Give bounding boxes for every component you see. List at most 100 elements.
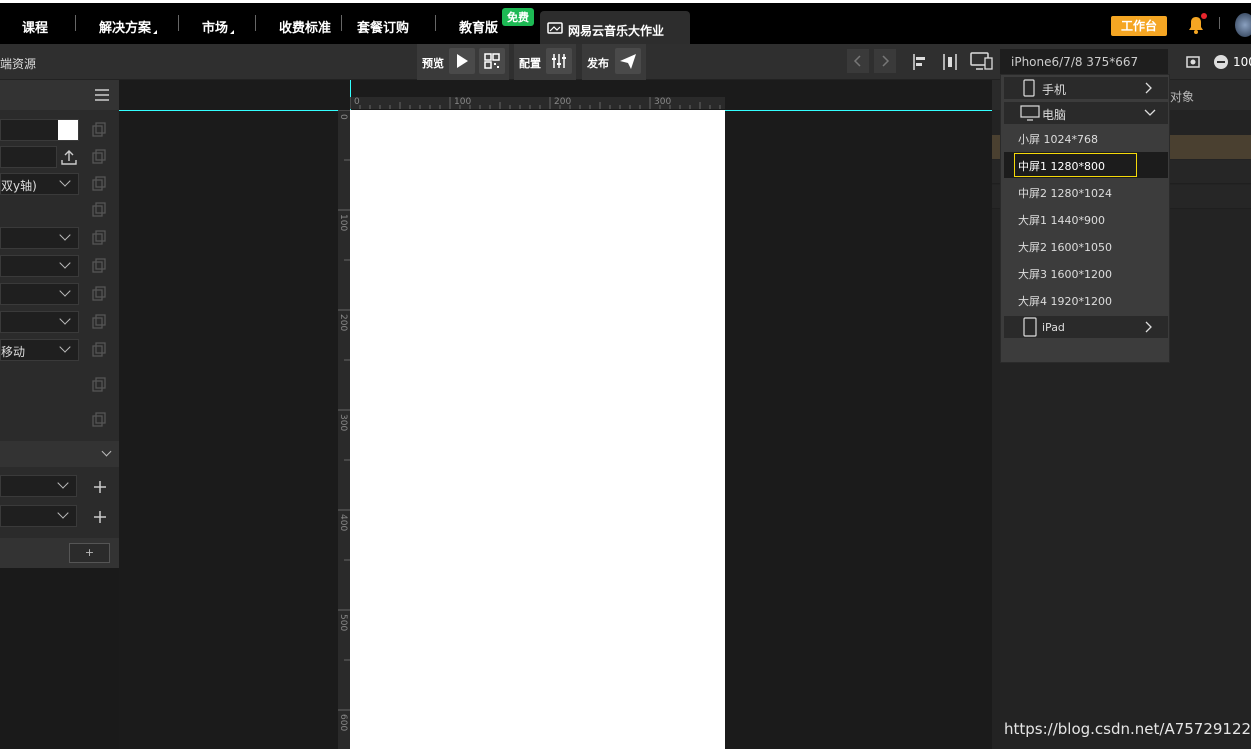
copy-icon[interactable] xyxy=(91,230,107,246)
copy-icon[interactable] xyxy=(91,122,107,138)
qrcode-button[interactable] xyxy=(479,48,505,74)
ruler-label: 300 xyxy=(338,414,348,432)
divider xyxy=(435,15,436,31)
image-field[interactable] xyxy=(0,146,57,168)
axis-select[interactable]: 双y轴) xyxy=(0,173,79,195)
dropdown-option[interactable]: 大屏3 1600*1200 xyxy=(1018,266,1112,282)
select-2[interactable] xyxy=(0,255,79,277)
artboard[interactable] xyxy=(350,110,725,749)
chevron-down-icon xyxy=(59,341,71,353)
scroll-select-value: 移动 xyxy=(1,345,26,359)
dropdown-category-ipad-label: iPad xyxy=(1042,321,1065,334)
copy-icon[interactable] xyxy=(91,412,107,428)
copy-icon[interactable] xyxy=(91,342,107,358)
chevron-down-icon xyxy=(57,507,69,519)
distribute-icon[interactable] xyxy=(940,52,960,72)
copy-icon[interactable] xyxy=(91,286,107,302)
copy-icon[interactable] xyxy=(91,258,107,274)
screenshot-icon[interactable] xyxy=(1184,53,1202,71)
menu-icon[interactable] xyxy=(94,88,110,102)
section-header[interactable] xyxy=(0,441,119,467)
device-select[interactable]: iPhone6/7/8 375*667 xyxy=(1000,49,1168,75)
tab-project[interactable]: 网易云音乐大作业 xyxy=(540,11,690,47)
nav-market[interactable]: 市场 xyxy=(202,17,235,36)
dropdown-option-selected[interactable]: 中屏1 1280*800 xyxy=(1004,152,1168,178)
back-button[interactable] xyxy=(847,49,869,73)
resources-label[interactable]: 端资源 xyxy=(0,55,36,72)
ruler-label: 100 xyxy=(338,214,348,232)
dropdown-option[interactable]: 中屏2 1280*1024 xyxy=(1018,185,1112,201)
dropdown-category-phone[interactable]: 手机 xyxy=(1004,77,1168,99)
send-icon xyxy=(620,54,636,69)
caret-icon xyxy=(230,30,235,34)
device-dropdown: 手机 电脑 小屏 1024*768 中屏1 1280*800 中屏2 1280*… xyxy=(1000,74,1170,363)
copy-icon[interactable] xyxy=(91,314,107,330)
device-icon[interactable] xyxy=(969,51,995,73)
chevron-left-icon xyxy=(853,55,861,67)
dropdown-category-desktop[interactable]: 电脑 xyxy=(1004,102,1168,124)
publish-button[interactable] xyxy=(615,48,641,74)
copy-icon[interactable] xyxy=(91,149,107,165)
dropdown-option[interactable]: 大屏1 1440*900 xyxy=(1018,212,1105,228)
ruler-label: 0 xyxy=(354,97,360,107)
chevron-right-icon xyxy=(1145,321,1152,333)
watermark: https://blog.csdn.net/A757291228 xyxy=(1004,720,1251,738)
avatar[interactable] xyxy=(1235,13,1251,37)
config-button[interactable] xyxy=(546,48,572,74)
copy-icon[interactable] xyxy=(91,202,107,218)
nav-solutions-label: 解决方案 xyxy=(99,21,152,36)
zoom-level: 100 xyxy=(1233,55,1251,69)
workbench-button[interactable]: 工作台 xyxy=(1111,16,1167,36)
divider xyxy=(1219,17,1220,29)
ruler-label: 500 xyxy=(338,614,348,632)
dropdown-option[interactable]: 大屏2 1600*1050 xyxy=(1018,239,1112,255)
scroll-select[interactable]: 移动 xyxy=(0,339,79,361)
select-3[interactable] xyxy=(0,283,79,305)
color-swatch[interactable] xyxy=(58,120,78,140)
phone-icon xyxy=(1023,79,1035,97)
chevron-down-icon xyxy=(59,257,71,269)
publish-label[interactable]: 发布 xyxy=(587,55,609,71)
chevron-right-icon xyxy=(882,55,890,67)
forward-button[interactable] xyxy=(874,49,896,73)
copy-icon[interactable] xyxy=(91,377,107,393)
plus-icon[interactable] xyxy=(92,479,108,495)
nav-education[interactable]: 教育版 xyxy=(459,17,498,36)
preview-button[interactable] xyxy=(449,48,475,74)
nav-market-label: 市场 xyxy=(202,21,229,36)
nav-solutions[interactable]: 解决方案 xyxy=(99,17,158,36)
copy-icon[interactable] xyxy=(91,176,107,192)
event-select-1[interactable] xyxy=(0,475,77,497)
add-button[interactable]: + xyxy=(69,543,110,563)
caret-icon xyxy=(153,30,158,34)
dropdown-category-ipad[interactable]: iPad xyxy=(1004,316,1168,338)
ruler-left: 0 100 200 300 400 500 600 xyxy=(338,110,350,749)
divider xyxy=(341,15,342,31)
chevron-down-icon xyxy=(101,446,112,457)
select-4[interactable] xyxy=(0,311,79,333)
event-select-2[interactable] xyxy=(0,505,77,527)
preview-label[interactable]: 预览 xyxy=(422,55,444,71)
zoom-out-icon[interactable] xyxy=(1213,54,1229,70)
chevron-down-icon xyxy=(57,477,69,489)
objects-header-label: 对象 xyxy=(1170,90,1195,104)
upload-icon[interactable] xyxy=(60,148,78,166)
dropdown-category-phone-label: 手机 xyxy=(1042,83,1067,97)
nav-courses[interactable]: 课程 xyxy=(22,17,48,36)
bell-icon[interactable] xyxy=(1185,13,1207,35)
nav-packages[interactable]: 套餐订购 xyxy=(357,17,409,36)
config-label[interactable]: 配置 xyxy=(519,55,541,71)
plus-icon[interactable] xyxy=(92,509,108,525)
align-left-icon[interactable] xyxy=(911,52,931,72)
dropdown-category-desktop-label: 电脑 xyxy=(1042,108,1067,122)
ruler-label: 400 xyxy=(338,514,348,532)
chevron-down-icon xyxy=(59,175,71,187)
nav-pricing[interactable]: 收费标准 xyxy=(279,17,331,36)
project-icon xyxy=(547,22,563,34)
dropdown-option[interactable]: 小屏 1024*768 xyxy=(1018,131,1098,147)
chevron-down-icon xyxy=(59,285,71,297)
dropdown-option[interactable]: 大屏4 1920*1200 xyxy=(1018,293,1112,309)
ruler-top: 0 100 200 300 xyxy=(350,97,725,109)
select-1[interactable] xyxy=(0,227,79,249)
divider xyxy=(178,15,179,31)
